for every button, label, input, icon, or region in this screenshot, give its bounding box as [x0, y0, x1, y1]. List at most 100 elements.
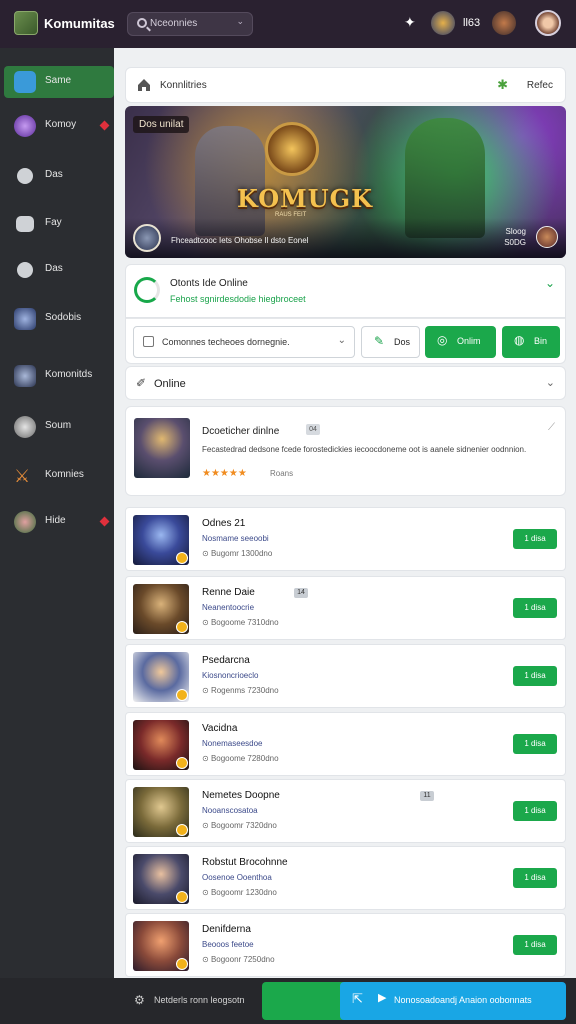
emblem-icon [265, 122, 319, 176]
join-button[interactable]: 1 disa [513, 801, 557, 821]
user-avatar[interactable] [535, 10, 561, 36]
banner-avatar[interactable] [133, 224, 161, 252]
item-role: Kiosnoncrioeclo [202, 671, 259, 680]
item-role: Nosmame seeoobi [202, 534, 269, 543]
item-thumbnail [133, 720, 189, 770]
status-subtitle: Fehost sgnirdesdodie hiegbroceet [170, 294, 306, 304]
settings-icon[interactable]: ⚙ [134, 993, 145, 1007]
hero-banner[interactable]: Dos unilat KOMUGK RAUS FEIT Fhceadtcooc … [125, 106, 566, 258]
breadcrumb: Konnlitries ✱ Refec [125, 67, 566, 103]
grid-icon [14, 71, 36, 93]
edit-button[interactable]: ✎ Dos [361, 326, 420, 358]
crown-icon [176, 824, 188, 836]
list-item[interactable]: Nemetes Doopne 11 Nooanscosatoa ⊙ Bogoom… [125, 779, 566, 843]
select-value: Comonnes techeoes dornegnie. [162, 337, 290, 347]
sidebar-item-das[interactable]: Das [4, 160, 114, 192]
item-role: Beooos feetoe [202, 940, 254, 949]
item-meta-text: Bogoonr 7250dno [210, 955, 275, 964]
sidebar-item-hide[interactable]: Hide [4, 506, 114, 538]
chevron-down-icon: ⌄ [337, 335, 346, 346]
shield-icon: ◍ [514, 333, 525, 347]
sidebar-item-label: Komoy [45, 119, 77, 130]
item-badge: 11 [420, 791, 434, 801]
sidebar-item-label: Komnies [45, 469, 84, 480]
bottom-left-text[interactable]: Netderls ronn leogsotn [154, 995, 245, 1005]
item-name: Robstut Brocohnne [202, 857, 288, 868]
card-icon [16, 216, 34, 232]
sidebar-item-fay[interactable]: Fay [4, 208, 114, 240]
orb-icon [14, 115, 36, 137]
bin-button[interactable]: ◍ Bin [502, 326, 560, 358]
list-item[interactable]: Robstut Brocohnne Oosenoe Ooenthoa ⊙ Bog… [125, 846, 566, 910]
count-line-1: Sloog [505, 227, 526, 236]
green-action-button[interactable] [262, 982, 350, 1020]
sidebar-item-same[interactable]: Same [4, 66, 114, 98]
avatar-icon [14, 365, 36, 387]
home-icon[interactable] [136, 77, 152, 93]
featured-description: Fecastedrad dedsone fcede forostedickies… [202, 445, 527, 454]
join-button[interactable]: 1 disa [513, 935, 557, 955]
item-name: Nemetes Doopne [202, 790, 280, 801]
item-meta-text: Bogoomr 7320dno [210, 821, 277, 830]
puzzle-icon[interactable]: ✦ [404, 14, 416, 31]
item-name: Vacidna [202, 723, 238, 734]
online-section-header[interactable]: ✐ Online ⌄ [125, 366, 566, 400]
item-meta-text: Bugomr 1300dno [210, 549, 273, 558]
rating-stars: ★★★★★ [202, 468, 247, 479]
featured-badge: 04 [306, 424, 320, 435]
sidebar-item-label: Das [45, 263, 63, 274]
refresh-button[interactable]: Refec [527, 80, 553, 91]
globe-icon: ◎ [437, 333, 448, 347]
item-meta: ⊙ Bogoomr 1230dno [202, 888, 277, 897]
breadcrumb-text: Konnlitries [160, 80, 207, 91]
banner-tag: Dos unilat [133, 116, 190, 133]
app-logo[interactable] [14, 11, 38, 35]
filter-select[interactable]: Comonnes techeoes dornegnie. ⌄ [133, 326, 355, 358]
sidebar-item-komoy[interactable]: Komoy [4, 110, 114, 142]
list-item[interactable]: Renne Daie 14 Neanentoocrie ⊙ Bogoome 73… [125, 576, 566, 640]
item-role: Nonemaseesdoe [202, 739, 263, 748]
chat-bubble-icon [17, 168, 33, 184]
top-bar: Komumitas Nceonnies ⌄ ✦ ll63 [0, 0, 576, 48]
banner-avatar-2[interactable] [536, 226, 558, 248]
pencil-icon: ✎ [374, 334, 385, 348]
sidebar-item-komnies[interactable]: ⚔ Komnies [4, 460, 114, 492]
item-role: Nooanscosatoa [202, 806, 258, 815]
dismiss-icon[interactable]: ⟋ [548, 422, 555, 433]
app-title: Komumitas [44, 16, 115, 31]
online-button[interactable]: ◎ Onlim [425, 326, 496, 358]
sidebar-item-soum[interactable]: Soum [4, 411, 114, 443]
sidebar-item-sodobis[interactable]: Sodobis [4, 303, 114, 335]
featured-thumbnail [134, 418, 190, 478]
banner-count: Sloog S0DG [504, 226, 526, 248]
join-button[interactable]: 1 disa [513, 666, 557, 686]
edit-note-icon: ✐ [136, 376, 147, 390]
join-button[interactable]: 1 disa [513, 598, 557, 618]
actions-row: Comonnes techeoes dornegnie. ⌄ ✎ Dos ◎ O… [125, 318, 566, 364]
cta-label: Nonosoadoandj Anaion oobonnats [394, 995, 532, 1005]
refresh-icon[interactable]: ✱ [497, 77, 508, 93]
join-button[interactable]: 1 disa [513, 868, 557, 888]
button-label: Bin [534, 336, 548, 346]
notification-avatar[interactable] [431, 11, 455, 35]
item-meta: ⊙ Bogoome 7310dno [202, 618, 279, 627]
friend-avatar[interactable] [492, 11, 516, 35]
join-button[interactable]: 1 disa [513, 734, 557, 754]
sidebar-item-das-2[interactable]: Das [4, 254, 114, 286]
list-item[interactable]: Vacidna Nonemaseesdoe ⊙ Bogoome 7280dno … [125, 712, 566, 776]
sidebar-item-komonitds[interactable]: Komonitds [4, 360, 114, 392]
list-item[interactable]: Odnes 21 Nosmame seeoobi ⊙ Bugomr 1300dn… [125, 507, 566, 571]
play-icon: ▶ [378, 992, 387, 1004]
list-item[interactable]: Denifderna Beooos feetoe ⊙ Bogoonr 7250d… [125, 913, 566, 977]
item-thumbnail [133, 921, 189, 971]
chevron-down-icon[interactable]: ⌄ [545, 276, 555, 290]
item-meta-text: Bogoomr 1230dno [210, 888, 277, 897]
item-thumbnail [133, 854, 189, 904]
list-icon [143, 336, 154, 347]
button-label: Onlim [457, 336, 481, 346]
featured-card[interactable]: Dcoeticher dinlne 04 ⟋ Fecastedrad dedso… [125, 406, 566, 496]
search-input[interactable]: Nceonnies ⌄ [127, 12, 253, 36]
list-item[interactable]: Psedarcna Kiosnoncrioeclo ⊙ Rogenms 7230… [125, 644, 566, 708]
join-button[interactable]: 1 disa [513, 529, 557, 549]
sidebar-item-label: Das [45, 169, 63, 180]
